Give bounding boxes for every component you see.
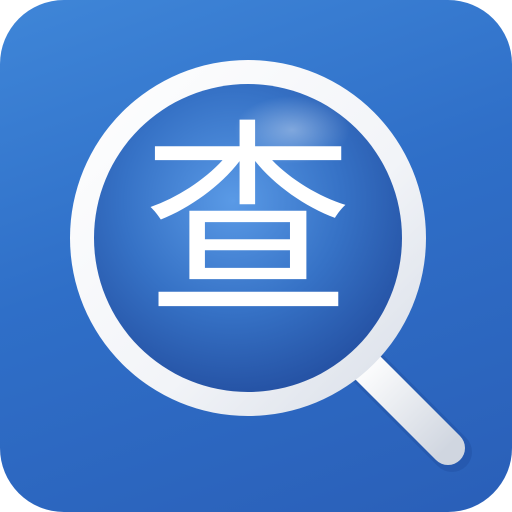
app-icon[interactable]: 查 (0, 0, 512, 512)
magnifier-icon: 查 (70, 60, 472, 472)
search-glyph: 查 (143, 101, 353, 346)
magnifier-handle (345, 345, 472, 472)
